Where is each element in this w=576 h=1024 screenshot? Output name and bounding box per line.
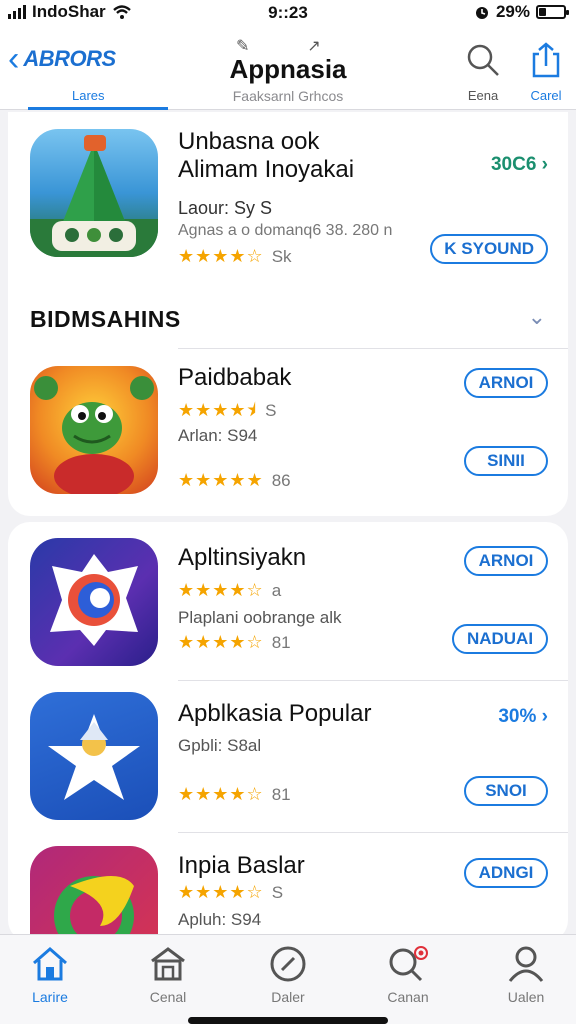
tab-store[interactable]: Cenal (118, 945, 218, 1005)
app-meta: Gpbli: S8al (178, 736, 262, 755)
app-name-line2: Alimam Inoyakai (178, 156, 355, 183)
stars-glyphs: ★★★★☆ (178, 882, 264, 902)
tab-label: Canan (387, 989, 429, 1005)
get-button[interactable]: ARNOI (464, 368, 548, 398)
person-icon (508, 946, 544, 982)
app-description: Agnas a o domanq6 38. 280 n (178, 222, 393, 239)
navigation-bar: ‹ ABRORS Lares ✎ ↗ Appnasia Faaksarnl Gr… (0, 26, 576, 110)
secondary-action-button[interactable]: NADUAI (452, 624, 548, 654)
star-rating: ★★★★☆ S (178, 882, 283, 903)
stars-glyphs: ★★★★⯨ (178, 400, 258, 420)
price-link[interactable]: 30% › (498, 706, 548, 728)
stars-glyphs: ★★★★★ (178, 470, 264, 490)
app-row[interactable]: Paidbabak ★★★★⯨ S Arlan: S94 ★★★★★ 86 ARNO… (8, 362, 568, 502)
active-indicator (28, 107, 168, 110)
tab-label: Cenal (149, 989, 187, 1005)
status-right: 29% (474, 2, 569, 22)
secondary-action-button[interactable]: SNOI (464, 776, 548, 806)
divider (178, 680, 568, 681)
app-name: Paidbabak (178, 364, 292, 391)
tab-bar: Larire Cenal Daler Canan Ualen (0, 934, 576, 1024)
app-meta: Arlan: S94 (178, 426, 258, 445)
app-description: Plaplani oobrange alk (178, 608, 342, 627)
tab-label: Daler (271, 989, 305, 1005)
bird-star-app-icon (30, 692, 158, 820)
app-name-line1: Unbasna ook (178, 128, 320, 155)
search-button[interactable]: Eena (455, 42, 511, 103)
compass-icon (270, 946, 306, 982)
stars-glyphs: ★★★★☆ (178, 784, 264, 804)
get-button[interactable]: ADNGI (464, 858, 548, 888)
rating-count: 86 (271, 471, 291, 490)
wizard-hat-app-icon (30, 129, 158, 257)
star-rating: ★★★★⯨ S (178, 398, 276, 428)
app-meta: Apluh: S94 (178, 910, 262, 929)
rating-count: S (271, 883, 284, 902)
rating-count: Sk (271, 247, 292, 266)
title-decoration-icon: ✎ ↗ (236, 38, 321, 55)
app-list-card: Apltinsiyakn ★★★★☆ a Plaplani oobrange al… (8, 522, 568, 974)
section-title: BIDMSAHINS (30, 306, 181, 332)
home-icon (33, 947, 67, 981)
star-rating: ★★★★☆ Sk (178, 246, 292, 267)
rating-count: 81 (271, 633, 291, 652)
share-label: Carel (530, 88, 562, 103)
star-rating-secondary: ★★★★☆ 81 (178, 632, 291, 653)
app-name: Inpia Baslar (178, 852, 305, 879)
home-indicator[interactable] (188, 1017, 388, 1024)
star-rating-secondary: ★★★★★ 86 (178, 470, 291, 491)
star-rating: ★★★★☆ 81 (178, 784, 291, 805)
star-rating: ★★★★☆ a (178, 580, 281, 601)
divider (178, 348, 568, 349)
rating-count: S (265, 401, 277, 420)
app-row[interactable]: Inpia Baslar ★★★★☆ S Apluh: S94 ADNGI (8, 842, 568, 974)
battery-percent: 29% (495, 2, 530, 21)
price-text: 30C6 (490, 154, 537, 175)
app-name: Apblkasia Popular (178, 700, 372, 727)
search-icon (389, 946, 428, 982)
price-link[interactable]: 30C6 › (491, 154, 548, 176)
tab-label: Larire (32, 989, 68, 1005)
stars-glyphs: ★★★★☆ (178, 580, 264, 600)
secondary-action-button[interactable]: SINII (464, 446, 548, 476)
stars-glyphs: ★★★★☆ (178, 246, 264, 266)
tab-home[interactable]: Larire (0, 945, 100, 1005)
swirl-logo-app-icon (30, 538, 158, 666)
share-icon (532, 42, 560, 78)
chevron-right-icon: › (541, 154, 548, 175)
chevron-right-icon: › (541, 706, 548, 727)
store-icon (151, 947, 185, 981)
rating-count: 81 (271, 785, 291, 804)
app-row[interactable]: Apltinsiyakn ★★★★☆ a Plaplani oobrange al… (8, 536, 568, 676)
search-icon (467, 44, 499, 76)
status-bar: IndoShar 9::23 29% (0, 0, 576, 26)
price-text: 30% (498, 706, 537, 727)
share-button[interactable]: Carel (518, 42, 574, 103)
rating-count: a (271, 581, 282, 600)
app-meta: Laour: Sy S (178, 198, 273, 218)
app-row[interactable]: Apblkasia Popular Gpbli: S8al ★★★★☆ 81 30… (8, 688, 568, 828)
frog-character-app-icon (30, 366, 158, 494)
tab-label: Ualen (507, 989, 545, 1005)
app-name: Apltinsiyakn (178, 544, 307, 571)
stars-glyphs: ★★★★☆ (178, 632, 264, 652)
chevron-down-icon[interactable]: ⌄ (528, 304, 546, 330)
tab-discover[interactable]: Daler (238, 945, 338, 1005)
featured-action-button[interactable]: K SYOUND (430, 234, 548, 264)
get-button[interactable]: ARNOI (464, 546, 548, 576)
tab-search[interactable]: Canan (358, 945, 458, 1005)
featured-card: Unbasna ook Alimam Inoyakai Laour: Sy S … (8, 112, 568, 516)
search-label: Eena (467, 88, 499, 103)
battery-icon (536, 5, 569, 19)
tab-profile[interactable]: Ualen (476, 945, 576, 1005)
divider (178, 832, 568, 833)
featured-app-row[interactable]: Unbasna ook Alimam Inoyakai Laour: Sy S … (8, 112, 568, 282)
alarm-icon (475, 7, 488, 19)
